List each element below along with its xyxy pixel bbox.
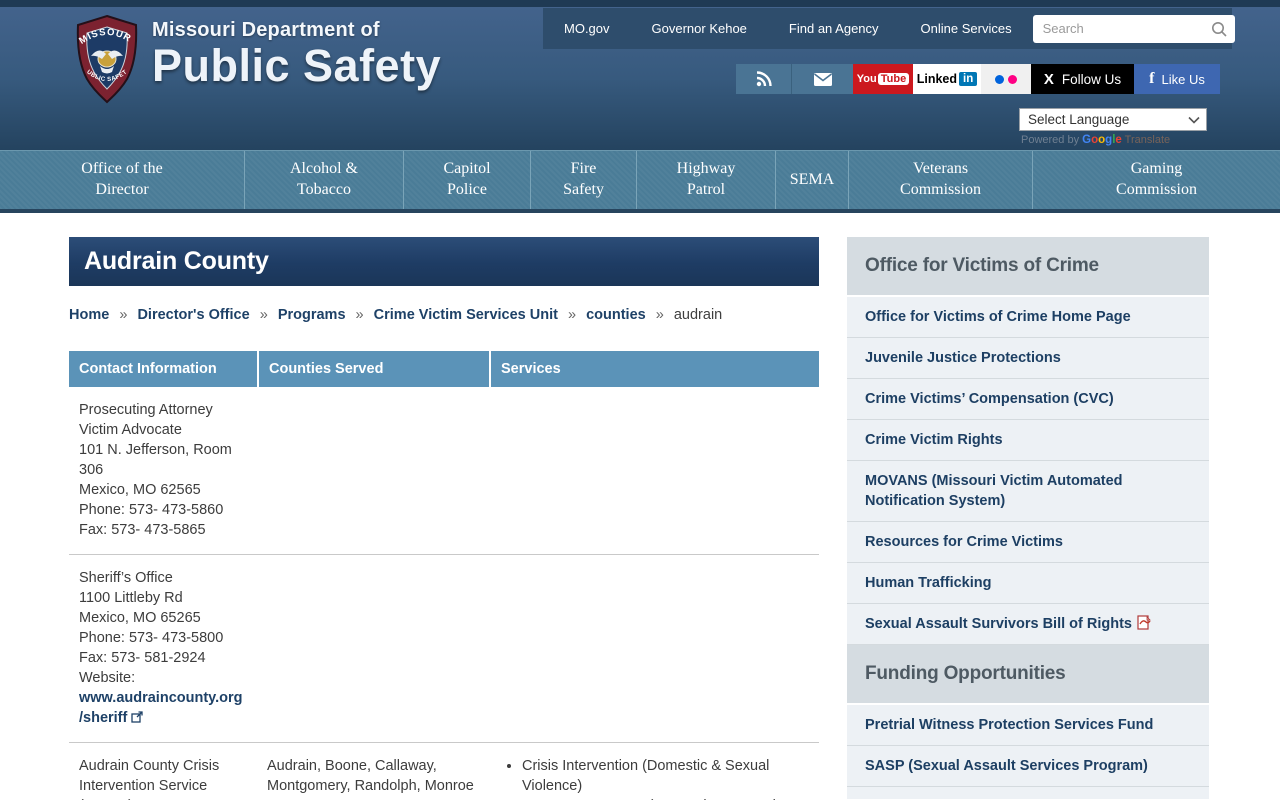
sidebar-section-title-funding: Funding Opportunities (847, 645, 1209, 705)
breadcrumb-home[interactable]: Home (69, 307, 109, 323)
breadcrumb-directors-office[interactable]: Director's Office (137, 307, 249, 323)
contact-cell: Prosecuting Attorney Victim Advocate 101… (69, 400, 259, 540)
agency-wordmark: Missouri Department of Public Safety (152, 19, 441, 88)
chevron-down-icon (1188, 116, 1200, 124)
page-title-banner: Audrain County (69, 237, 819, 286)
county-services-table: Contact Information Counties Served Serv… (69, 351, 819, 800)
flickr-button[interactable] (981, 64, 1031, 94)
breadcrumb-current: audrain (674, 307, 722, 323)
linkedin-button[interactable]: Linkedin (913, 64, 981, 94)
sidebar-item-pretrial-witness[interactable]: Pretrial Witness Protection Services Fun… (847, 705, 1209, 746)
services-cell (491, 400, 819, 540)
nav-veterans-commission[interactable]: Veterans Commission (849, 151, 1033, 209)
sidebar-item-sasp[interactable]: SASP (Sexual Assault Services Program) (847, 746, 1209, 787)
sidebar-item-resources[interactable]: Resources for Crime Victims (847, 522, 1209, 563)
pdf-icon (1137, 615, 1151, 630)
column-header-contact: Contact Information (69, 351, 259, 387)
column-header-counties: Counties Served (259, 351, 491, 387)
services-list: Crisis Intervention (Domestic & Sexual V… (491, 756, 819, 800)
external-link-icon (131, 711, 143, 723)
linkedin-icon: Linked (917, 72, 957, 86)
sidebar: Office for Victims of Crime Office for V… (847, 237, 1209, 799)
breadcrumb-crime-victim-services[interactable]: Crime Victim Services Unit (374, 307, 558, 323)
google-translate-attribution: Powered by Google Translate (1021, 134, 1170, 146)
social-media-bar: YouTube Linkedin X Follow Us f Like Us (736, 64, 1220, 94)
nav-capitol-police[interactable]: Capitol Police (404, 151, 531, 209)
sidebar-section-title-victims-of-crime: Office for Victims of Crime (847, 237, 1209, 297)
column-header-services: Services (491, 351, 817, 387)
contact-cell: Sheriff’s Office 1100 Littleby Rd Mexico… (69, 568, 259, 728)
agency-name-line2: Public Safety (152, 43, 441, 88)
link-online-services[interactable]: Online Services (900, 21, 1033, 36)
sidebar-item-cvc[interactable]: Crime Victims’ Compensation (CVC) (847, 379, 1209, 420)
rss-button[interactable] (736, 64, 791, 94)
nav-highway-patrol[interactable]: Highway Patrol (637, 151, 776, 209)
youtube-button[interactable]: YouTube (853, 64, 913, 94)
services-cell (491, 568, 819, 728)
search-icon[interactable] (1210, 20, 1228, 38)
counties-cell (259, 568, 491, 728)
agency-name-line1: Missouri Department of (152, 19, 441, 42)
breadcrumb-counties[interactable]: counties (586, 307, 646, 323)
table-header-row: Contact Information Counties Served Serv… (69, 351, 819, 387)
counties-cell: Audrain, Boone, Callaway, Montgomery, Ra… (259, 756, 491, 800)
main-navigation: Office of the Director Alcohol & Tobacco… (0, 150, 1280, 213)
service-item: Crisis Intervention (Domestic & Sexual V… (522, 756, 819, 796)
table-row: Sheriff’s Office 1100 Littleby Rd Mexico… (69, 555, 819, 743)
search-input[interactable] (1033, 15, 1235, 43)
services-cell: Crisis Intervention (Domestic & Sexual V… (491, 756, 819, 800)
sidebar-item-crime-victim-rights[interactable]: Crime Victim Rights (847, 420, 1209, 461)
x-follow-button[interactable]: X Follow Us (1031, 64, 1134, 94)
email-icon (813, 72, 833, 87)
link-mo-gov[interactable]: MO.gov (543, 21, 631, 36)
breadcrumb: Home » Director's Office » Programs » Cr… (69, 307, 819, 323)
nav-sema[interactable]: SEMA (776, 151, 849, 209)
sidebar-item-partial (847, 787, 1209, 799)
table-row: Prosecuting Attorney Victim Advocate 101… (69, 387, 819, 555)
link-find-agency[interactable]: Find an Agency (768, 21, 900, 36)
sidebar-item-ovc-home[interactable]: Office for Victims of Crime Home Page (847, 297, 1209, 338)
site-header: MISSOURI PUBLIC SAFETY Missouri Departme… (0, 7, 1280, 150)
flickr-icon (995, 75, 1004, 84)
language-selector[interactable]: Select Language (1019, 108, 1207, 131)
nav-fire-safety[interactable]: Fire Safety (531, 151, 637, 209)
sidebar-item-juvenile-justice[interactable]: Juvenile Justice Protections (847, 338, 1209, 379)
top-border-line (0, 0, 1280, 7)
counties-cell (259, 400, 491, 540)
sheriff-website-link[interactable]: www.audraincounty.org /sheriff (79, 688, 245, 728)
contact-cell: Audrain County Crisis Intervention Servi… (69, 756, 259, 800)
rss-icon (755, 70, 773, 88)
sidebar-item-sasbor[interactable]: Sexual Assault Survivors Bill of Rights (847, 604, 1209, 645)
sidebar-item-human-trafficking[interactable]: Human Trafficking (847, 563, 1209, 604)
state-links-bar: MO.gov Governor Kehoe Find an Agency Onl… (543, 8, 1232, 49)
youtube-icon: You (857, 73, 877, 85)
dps-shield-logo: MISSOURI PUBLIC SAFETY (72, 13, 142, 105)
facebook-like-button[interactable]: f Like Us (1134, 64, 1220, 94)
nav-alcohol-tobacco[interactable]: Alcohol & Tobacco (245, 151, 404, 209)
sidebar-item-movans[interactable]: MOVANS (Missouri Victim Automated Notifi… (847, 461, 1209, 522)
language-selected-value: Select Language (1028, 112, 1129, 127)
x-icon: X (1044, 71, 1054, 88)
breadcrumb-programs[interactable]: Programs (278, 307, 346, 323)
nav-gaming-commission[interactable]: Gaming Commission (1033, 151, 1280, 209)
table-row: Audrain County Crisis Intervention Servi… (69, 743, 819, 800)
search-box (1033, 15, 1235, 43)
link-governor[interactable]: Governor Kehoe (631, 21, 768, 36)
email-button[interactable] (791, 64, 853, 94)
service-item: Case Management (Domestic & Sexual Viole… (522, 796, 819, 800)
facebook-icon: f (1149, 70, 1154, 88)
nav-office-of-the-director[interactable]: Office of the Director (0, 151, 245, 209)
page-title: Audrain County (84, 247, 269, 276)
